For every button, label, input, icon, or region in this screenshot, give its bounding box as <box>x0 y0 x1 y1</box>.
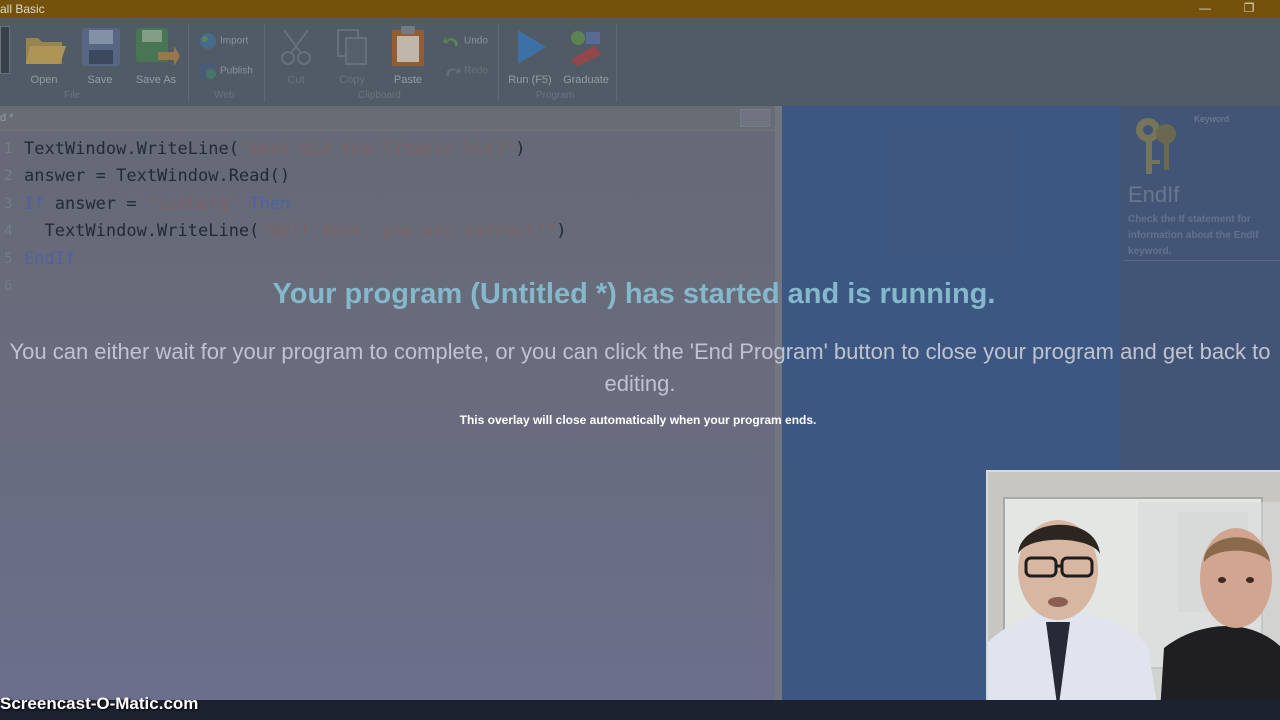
webcam-scene <box>988 472 1280 712</box>
webcam-video <box>986 470 1280 712</box>
overlay-title: Your program (Untitled *) has started an… <box>272 278 996 310</box>
overlay-note: This overlay will close automatically wh… <box>459 413 817 427</box>
overlay-message: You can either wait for your program to … <box>9 339 1271 396</box>
screencast-watermark: Screencast-O-Matic.com <box>0 694 199 713</box>
